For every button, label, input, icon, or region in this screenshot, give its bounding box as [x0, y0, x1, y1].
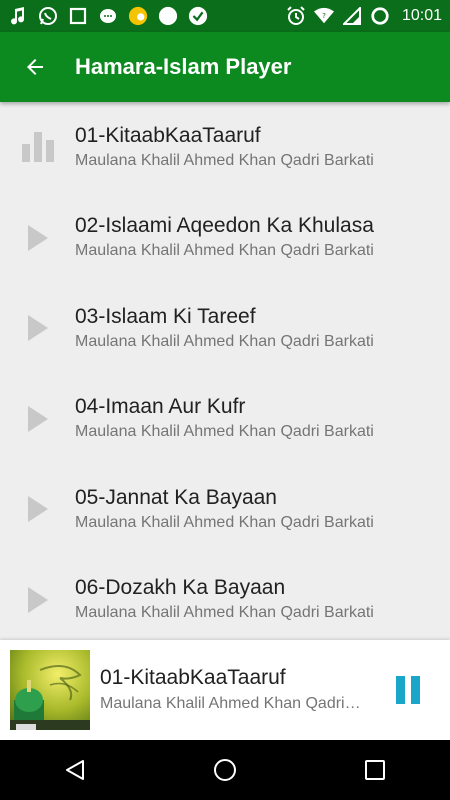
play-icon: [0, 283, 75, 373]
track-title: 01-KitaabKaaTaaruf: [75, 123, 261, 147]
status-bar: ? 10:01: [0, 0, 450, 32]
track-list[interactable]: 01-KitaabKaaTaaruf Maulana Khalil Ahmed …: [0, 102, 450, 640]
track-row-5[interactable]: 05-Jannat Ka Bayaan Maulana Khalil Ahmed…: [0, 464, 450, 555]
track-row-1[interactable]: 01-KitaabKaaTaaruf Maulana Khalil Ahmed …: [0, 102, 450, 193]
track-title: 06-Dozakh Ka Bayaan: [75, 576, 286, 600]
track-row-4[interactable]: 04-Imaan Aur Kufr Maulana Khalil Ahmed K…: [0, 374, 450, 465]
arrow-left-icon: [27, 59, 43, 75]
play-icon: [0, 464, 75, 554]
track-title: 03-Islaam Ki Tareef: [75, 304, 256, 328]
chat-bubble-icon: [98, 6, 118, 26]
home-circle-icon: [214, 759, 236, 781]
svg-text:?: ?: [322, 11, 326, 20]
track-row-6[interactable]: 06-Dozakh Ka Bayaan Maulana Khalil Ahmed…: [0, 555, 450, 641]
weather-icon: [128, 6, 148, 26]
nav-back-button[interactable]: [45, 740, 105, 800]
pause-button[interactable]: [396, 676, 420, 704]
wifi-icon: ?: [313, 6, 334, 26]
track-artist: Maulana Khalil Ahmed Khan Qadri Barkati: [75, 423, 374, 441]
nav-home-button[interactable]: [195, 740, 255, 800]
track-artist: Maulana Khalil Ahmed Khan Qadri Barkati: [75, 151, 374, 169]
track-title: 05-Jannat Ka Bayaan: [75, 485, 277, 509]
app-bar: Hamara-Islam Player: [0, 32, 450, 102]
track-title: 04-Imaan Aur Kufr: [75, 395, 246, 419]
track-artist: Maulana Khalil Ahmed Khan Qadri Barkati: [75, 604, 374, 622]
music-note-icon: [8, 6, 28, 26]
album-art: [10, 650, 90, 730]
system-icons: ? 10:01: [286, 6, 442, 26]
back-button[interactable]: [0, 32, 70, 102]
nav-recents-button[interactable]: [345, 740, 405, 800]
track-artist: Maulana Khalil Ahmed Khan Qadri Barkati: [75, 332, 374, 350]
equalizer-icon: [0, 102, 75, 192]
alarm-icon: [286, 6, 306, 26]
track-row-3[interactable]: 03-Islaam Ki Tareef Maulana Khalil Ahmed…: [0, 283, 450, 374]
mini-player[interactable]: 01-KitaabKaaTaaruf Maulana Khalil Ahmed …: [0, 640, 450, 740]
play-icon: [0, 374, 75, 464]
square-icon: [68, 6, 88, 26]
track-artist: Maulana Khalil Ahmed Khan Qadri Barkati: [75, 242, 374, 260]
back-triangle-icon: [66, 760, 84, 780]
track-artist: Maulana Khalil Ahmed Khan Qadri Barkati: [75, 513, 374, 531]
system-nav-bar: [0, 740, 450, 800]
circle-icon: [158, 6, 178, 26]
recents-square-icon: [365, 760, 385, 780]
cell-signal-icon: [342, 6, 362, 26]
track-title: 02-Islaami Aqeedon Ka Khulasa: [75, 214, 374, 238]
play-icon: [0, 555, 75, 640]
play-icon: [0, 193, 75, 283]
track-row-2[interactable]: 02-Islaami Aqeedon Ka Khulasa Maulana Kh…: [0, 193, 450, 284]
now-playing-title: 01-KitaabKaaTaaruf: [100, 666, 286, 689]
page-title: Hamara-Islam Player: [75, 54, 292, 79]
whatsapp-icon: [38, 6, 58, 26]
notification-icons: [8, 6, 208, 26]
check-badge-icon: [188, 6, 208, 26]
pause-icon: [396, 676, 405, 704]
battery-icon: [370, 6, 390, 26]
now-playing-artist: Maulana Khalil Ahmed Khan Qadri…: [100, 695, 361, 712]
status-time: 10:01: [401, 7, 442, 24]
